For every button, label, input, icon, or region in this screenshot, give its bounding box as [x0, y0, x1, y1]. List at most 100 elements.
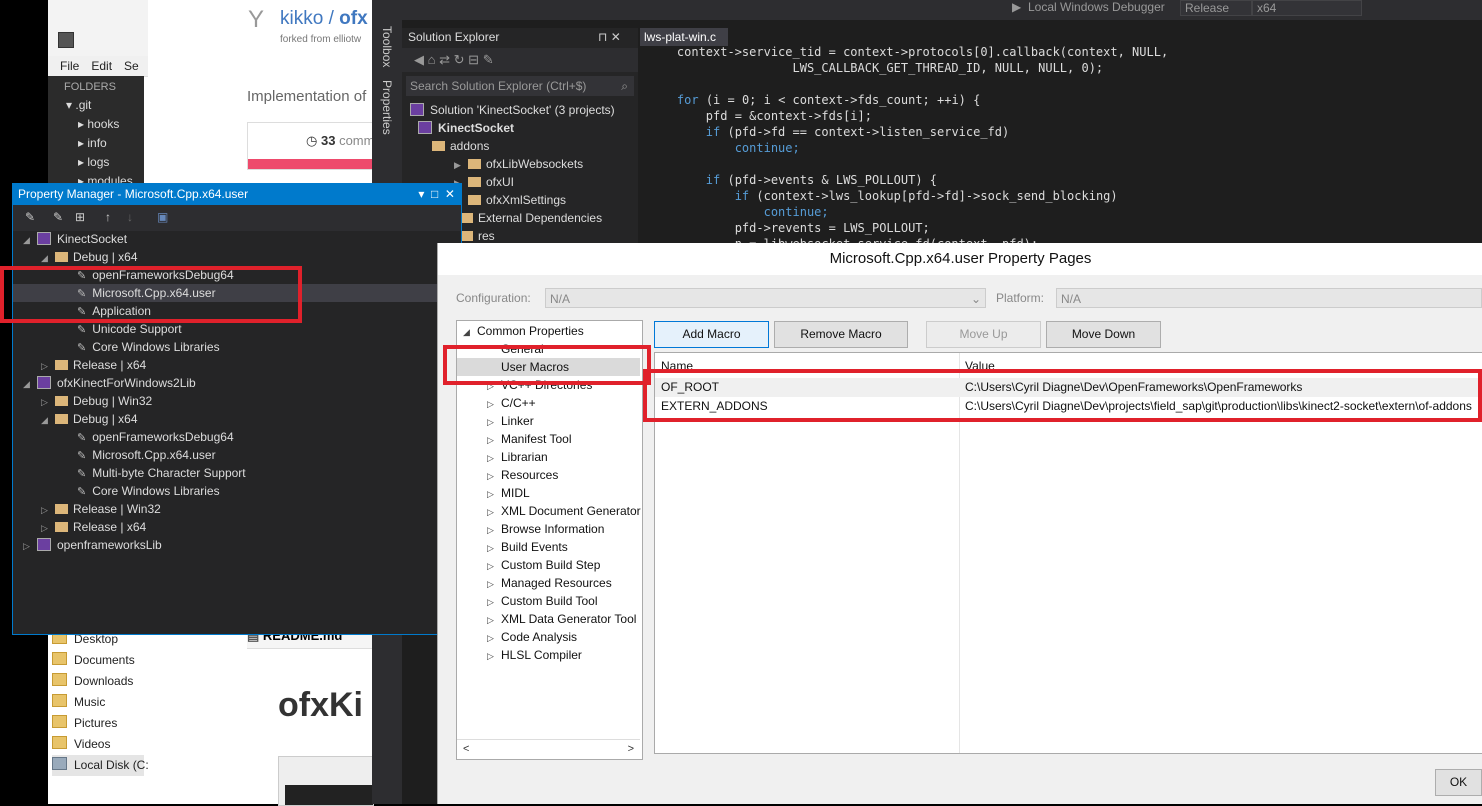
repo-description: Implementation of	[247, 88, 367, 105]
folder-ofxui[interactable]: ▶ofxUI	[454, 173, 514, 191]
tree-librarian[interactable]: ▷ Librarian	[487, 448, 548, 466]
pm-config-release-x64-2[interactable]: ▷ Release | x64	[41, 518, 146, 536]
folder-icon	[55, 360, 68, 370]
scroll-right-icon[interactable]: >	[628, 740, 634, 758]
solution-icon	[410, 103, 424, 116]
tree-common-properties[interactable]: ◢ Common Properties	[463, 322, 584, 340]
language-bar	[248, 159, 373, 169]
nav-documents[interactable]: Documents	[52, 650, 135, 671]
folder-ofxxmlsettings[interactable]: ▶ofxXmlSettings	[454, 191, 566, 209]
tree-browse-information[interactable]: ▷ Browse Information	[487, 520, 604, 538]
folder-addons[interactable]: addons	[432, 137, 489, 155]
move-down-icon[interactable]: ↓	[127, 210, 133, 224]
refresh-icon[interactable]: ↻	[454, 52, 465, 67]
nav-local-disk[interactable]: Local Disk (C:	[52, 755, 149, 776]
pin-icon[interactable]: ⊓ ✕	[598, 30, 621, 44]
tree-xml-document-generator[interactable]: ▷ XML Document Generator	[487, 502, 641, 520]
properties-label[interactable]: Properties	[380, 80, 394, 135]
nav-pictures[interactable]: Pictures	[52, 713, 117, 734]
tab-lws-plat-win[interactable]: lws-plat-win.c	[640, 28, 728, 46]
menu-file[interactable]: File	[60, 59, 79, 73]
pm-sheet-multibyte[interactable]: ✎ Multi-byte Character Support	[77, 464, 246, 482]
move-down-button[interactable]: Move Down	[1046, 321, 1161, 348]
tree-resources[interactable]: ▷ Resources	[487, 466, 558, 484]
forked-from[interactable]: forked from elliotw	[280, 34, 361, 45]
solution-root[interactable]: Solution 'KinectSocket' (3 projects)	[410, 101, 615, 119]
folder-icon	[52, 694, 67, 707]
config-dropdown[interactable]: Release	[1180, 0, 1252, 16]
ok-button[interactable]: OK	[1435, 769, 1482, 796]
sync-icon[interactable]: ⇄	[439, 52, 450, 67]
drive-icon	[52, 757, 67, 770]
menu-selection[interactable]: Se	[124, 59, 139, 73]
pm-sheet-core-windows-libraries[interactable]: ✎ Core Windows Libraries	[77, 338, 220, 356]
repo-path[interactable]: kikko / ofx	[280, 8, 368, 30]
readme-heading: ofxKi	[278, 686, 363, 724]
tree-linker[interactable]: ▷ Linker	[487, 412, 534, 430]
add-new-sheet-icon[interactable]: ⊞	[75, 210, 85, 224]
folder-hooks[interactable]: ▸ hooks	[78, 115, 119, 134]
collapse-icon[interactable]: ⊟	[468, 52, 479, 67]
nav-downloads[interactable]: Downloads	[52, 671, 133, 692]
folder-icon	[55, 396, 68, 406]
toolbox-label[interactable]: Toolbox	[380, 26, 394, 67]
tree-xml-data-generator-tool[interactable]: ▷ XML Data Generator Tool	[487, 610, 636, 628]
nav-music[interactable]: Music	[52, 692, 105, 713]
project-icon	[37, 232, 51, 245]
solution-search-input[interactable]: Search Solution Explorer (Ctrl+$) ⌕	[406, 76, 634, 96]
remove-macro-button[interactable]: Remove Macro	[774, 321, 908, 348]
explorer-menu: File Edit Se	[48, 56, 148, 77]
pm-sheet-microsoft-cpp-user-2[interactable]: ✎ Microsoft.Cpp.x64.user	[77, 446, 216, 464]
commits-box[interactable]: ◷ 33 comm	[247, 122, 374, 170]
window-controls[interactable]: ▾ □ ✕	[418, 184, 455, 205]
add-macro-button[interactable]: Add Macro	[654, 321, 769, 348]
platform-dropdown-dialog[interactable]: N/A	[1056, 288, 1482, 308]
configuration-dropdown[interactable]: N/A ⌄	[545, 288, 986, 308]
tree-cpp[interactable]: ▷ C/C++	[487, 394, 536, 412]
settings-wrench-icon[interactable]: ✎	[483, 52, 494, 67]
properties-wrench-icon[interactable]: ✎	[25, 210, 35, 224]
project-icon	[418, 121, 432, 134]
pm-project-ofxkinectforwindows2lib[interactable]: ◢ ofxKinectForWindows2Lib	[23, 374, 196, 392]
tree-manifest-tool[interactable]: ▷ Manifest Tool	[487, 430, 571, 448]
back-icon[interactable]: ◀	[414, 52, 424, 67]
debugger-target[interactable]: Local Windows Debugger	[1028, 0, 1165, 14]
move-up-button[interactable]: Move Up	[926, 321, 1041, 348]
scroll-left-icon[interactable]: <	[463, 743, 469, 755]
tree-managed-resources[interactable]: ▷ Managed Resources	[487, 574, 612, 592]
external-dependencies[interactable]: External Dependencies	[460, 209, 602, 227]
tree-build-events[interactable]: ▷ Build Events	[487, 538, 568, 556]
horizontal-scrollbar[interactable]: < >	[457, 739, 640, 758]
pm-sheet-core-windows-libraries-2[interactable]: ✎ Core Windows Libraries	[77, 482, 220, 500]
tree-midl[interactable]: ▷ MIDL	[487, 484, 530, 502]
pm-project-kinectsocket[interactable]: ◢ KinectSocket	[23, 230, 127, 248]
home-icon[interactable]: ⌂	[428, 52, 436, 67]
project-kinectsocket[interactable]: KinectSocket	[418, 119, 514, 137]
folder-logs[interactable]: ▸ logs	[78, 153, 109, 172]
play-icon[interactable]: ▶	[1012, 0, 1021, 14]
platform-dropdown[interactable]: x64	[1252, 0, 1362, 16]
pm-config-debug-x64-2[interactable]: ◢ Debug | x64	[41, 410, 138, 428]
folder-ofxlibwebsockets[interactable]: ▶ ofxLibWebsockets	[454, 155, 583, 173]
save-icon[interactable]: ▣	[157, 210, 168, 224]
code-editor[interactable]: context->service_tid = context->protocol…	[640, 28, 1482, 251]
pm-config-release-x64[interactable]: ▷ Release | x64	[41, 356, 146, 374]
folder-git[interactable]: ▾ .git	[66, 96, 91, 115]
tree-custom-build-tool[interactable]: ▷ Custom Build Tool	[487, 592, 598, 610]
pm-config-release-win32[interactable]: ▷ Release | Win32	[41, 500, 161, 518]
folder-icon	[52, 652, 67, 665]
folder-info[interactable]: ▸ info	[78, 134, 107, 153]
tree-hlsl-compiler[interactable]: ▷ HLSL Compiler	[487, 646, 582, 664]
menu-edit[interactable]: Edit	[91, 59, 112, 73]
pm-project-openframeworkslib[interactable]: ▷ openframeworksLib	[23, 536, 162, 554]
property-manager-title: Property Manager - Microsoft.Cpp.x64.use…	[18, 187, 249, 201]
tree-code-analysis[interactable]: ▷ Code Analysis	[487, 628, 577, 646]
nav-videos[interactable]: Videos	[52, 734, 110, 755]
pm-sheet-openframeworksdebug64-2[interactable]: ✎ openFrameworksDebug64	[77, 428, 234, 446]
pm-config-debug-x64[interactable]: ◢ Debug | x64	[41, 248, 138, 266]
move-up-icon[interactable]: ↑	[105, 210, 111, 224]
pm-config-debug-win32[interactable]: ▷ Debug | Win32	[41, 392, 152, 410]
add-property-sheet-icon[interactable]: ✎	[53, 210, 63, 224]
tree-custom-build-step[interactable]: ▷ Custom Build Step	[487, 556, 600, 574]
screenshot-toolbar	[285, 785, 373, 805]
